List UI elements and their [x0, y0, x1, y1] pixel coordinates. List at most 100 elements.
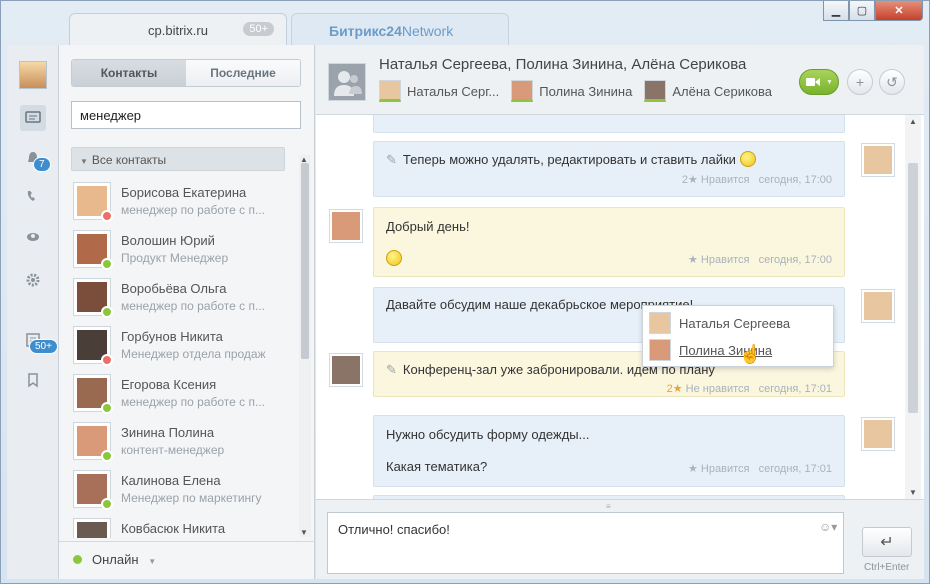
- video-camera-icon: [806, 78, 820, 86]
- contacts-scrollbar[interactable]: ▲ ▼: [299, 155, 311, 537]
- contact-item[interactable]: Волошин Юрий Продукт Менеджер: [59, 226, 301, 274]
- close-button[interactable]: ✕: [875, 1, 923, 21]
- presence-status[interactable]: Онлайн ▼: [59, 541, 315, 579]
- send-button[interactable]: ↵: [862, 527, 912, 557]
- message-meta: ★ Нравится сегодня, 17:01: [688, 462, 832, 475]
- user-avatar[interactable]: [19, 61, 47, 89]
- chevron-down-icon: ▼: [80, 157, 88, 166]
- add-user-button[interactable]: +: [847, 69, 873, 95]
- participant[interactable]: Алёна Серикова: [644, 80, 772, 102]
- contact-item[interactable]: Воробьёва Ольга менеджер по работе с п...: [59, 274, 301, 322]
- message-meta: 2★ Не нравится сегодня, 17:01: [667, 382, 832, 395]
- star-icon: ★: [687, 463, 698, 475]
- contacts-list: Борисова Екатерина менеджер по работе с п…: [59, 178, 301, 538]
- avatar: [861, 417, 895, 451]
- chevron-down-icon: ▼: [826, 78, 833, 86]
- contact-name: Борисова Екатерина: [121, 185, 247, 200]
- contact-name: Воробьёва Ольга: [121, 281, 227, 296]
- scroll-up-icon[interactable]: ▲: [909, 117, 917, 126]
- participant[interactable]: Полина Зинина: [511, 80, 632, 102]
- message-text: Какая тематика?: [386, 459, 488, 474]
- contact-item[interactable]: Ковбасюк Никита: [59, 514, 301, 538]
- message-time: сегодня, 17:00: [758, 254, 832, 266]
- message-text: Нужно обсудить форму одежды...: [386, 427, 590, 442]
- history-button[interactable]: ↺: [879, 69, 905, 95]
- scrollbar-thumb[interactable]: [908, 163, 918, 413]
- scroll-down-icon[interactable]: ▼: [300, 528, 308, 537]
- contacts-group-header[interactable]: ▼ Все контакты: [71, 147, 285, 171]
- contact-name: Калинова Елена: [121, 473, 221, 488]
- scroll-down-icon[interactable]: ▼: [909, 488, 917, 497]
- online-dot-icon: [73, 555, 82, 564]
- tab-label: cp.bitrix.ru: [148, 23, 208, 38]
- message-text: Добрый день!: [386, 219, 470, 234]
- avatar: [861, 143, 895, 177]
- bookmark-icon[interactable]: [20, 367, 46, 393]
- message-meta: ★ Нравится сегодня, 17:00: [688, 253, 832, 266]
- contact-item[interactable]: Егорова Ксения менеджер по работе с п...: [59, 370, 301, 418]
- pencil-icon: ✎: [386, 152, 397, 167]
- contact-search-input[interactable]: [71, 101, 301, 129]
- message-bubble: Добрый день! ★ Нравится сегодня, 17:00: [373, 207, 845, 277]
- tab-contacts[interactable]: Контакты: [72, 60, 186, 86]
- tab-label: Битрикс24Network: [329, 23, 453, 39]
- contact-item[interactable]: Горбунов Никита Менеджер отдела продаж: [59, 322, 301, 370]
- participants-list: Наталья Серг... Полина Зинина Алёна Сери…: [379, 80, 772, 102]
- star-icon: ★: [687, 254, 698, 266]
- message-text: ✎ Теперь можно удалять, редактировать и с…: [374, 151, 768, 168]
- star-icon: ★: [687, 174, 698, 186]
- smiley-picker-icon[interactable]: ☺▾: [819, 520, 837, 534]
- group-label: Все контакты: [91, 153, 167, 167]
- contact-item[interactable]: Зинина Полина контент-менеджер: [59, 418, 301, 466]
- contact-name: Волошин Юрий: [121, 233, 215, 248]
- smiley-icon: [739, 151, 756, 167]
- tab-counter-badge: 50+: [243, 22, 274, 36]
- status-dot-icon: [101, 402, 113, 414]
- likes-popup: Наталья Сергеева Полина Зинина: [642, 305, 834, 367]
- avatar: [861, 289, 895, 323]
- contact-position: менеджер по работе с п...: [121, 299, 266, 313]
- like-button[interactable]: Нравится: [701, 463, 750, 475]
- tab-recent[interactable]: Последние: [186, 60, 300, 86]
- star-icon: ★: [672, 383, 683, 395]
- participant-name: Алёна Серикова: [672, 83, 773, 99]
- disk-icon[interactable]: [20, 223, 46, 249]
- message-bubble: Нужно обсудить форму одежды... Какая тем…: [373, 415, 845, 487]
- like-button[interactable]: Нравится: [701, 174, 750, 186]
- scrollbar-thumb[interactable]: [301, 163, 309, 359]
- avatar: [73, 518, 111, 538]
- feed-badge: 50+: [29, 339, 58, 354]
- message-bubble-previous: [373, 115, 845, 133]
- window-controls: ▁ ▢ ✕: [823, 1, 925, 21]
- contact-item[interactable]: Калинова Елена Менеджер по маркетингу: [59, 466, 301, 514]
- maximize-button[interactable]: ▢: [849, 1, 875, 21]
- history-icon: ↺: [886, 73, 898, 90]
- minimize-button[interactable]: ▁: [823, 1, 849, 21]
- plus-icon: +: [855, 74, 865, 90]
- status-dot-icon: [101, 306, 113, 318]
- avatar: [644, 80, 667, 102]
- tab-cp-bitrix[interactable]: cp.bitrix.ru 50+: [69, 13, 287, 45]
- video-call-button[interactable]: ▼: [799, 69, 839, 95]
- tab-bitrix24-network[interactable]: Битрикс24Network: [291, 13, 509, 45]
- contact-item[interactable]: Борисова Екатерина менеджер по работе с п…: [59, 178, 301, 226]
- messages-icon[interactable]: [20, 105, 46, 131]
- chevron-down-icon: ▼: [148, 557, 157, 566]
- resize-grip-icon[interactable]: ≡: [606, 502, 612, 511]
- messages-scrollbar[interactable]: ▲ ▼: [905, 115, 921, 499]
- network-brand-suffix: Network: [401, 23, 454, 39]
- gear-icon[interactable]: [20, 267, 46, 293]
- message-input[interactable]: Отлично! спасибо!: [327, 512, 844, 574]
- liker-item[interactable]: Наталья Сергеева: [649, 310, 790, 336]
- message-emoji: [374, 250, 414, 266]
- unlike-button[interactable]: Не нравится: [686, 383, 750, 395]
- contact-name: Егорова Ксения: [121, 377, 217, 392]
- avatar: [649, 312, 671, 334]
- status-dot-icon: [101, 498, 113, 510]
- like-button[interactable]: Нравится: [701, 254, 750, 266]
- participant[interactable]: Наталья Серг...: [379, 80, 499, 102]
- message-bubble: ✎ Теперь можно удалять, редактировать и с…: [373, 141, 845, 197]
- status-label: Онлайн: [92, 552, 139, 567]
- message-time: сегодня, 17:01: [758, 383, 832, 395]
- phone-icon[interactable]: [20, 183, 46, 209]
